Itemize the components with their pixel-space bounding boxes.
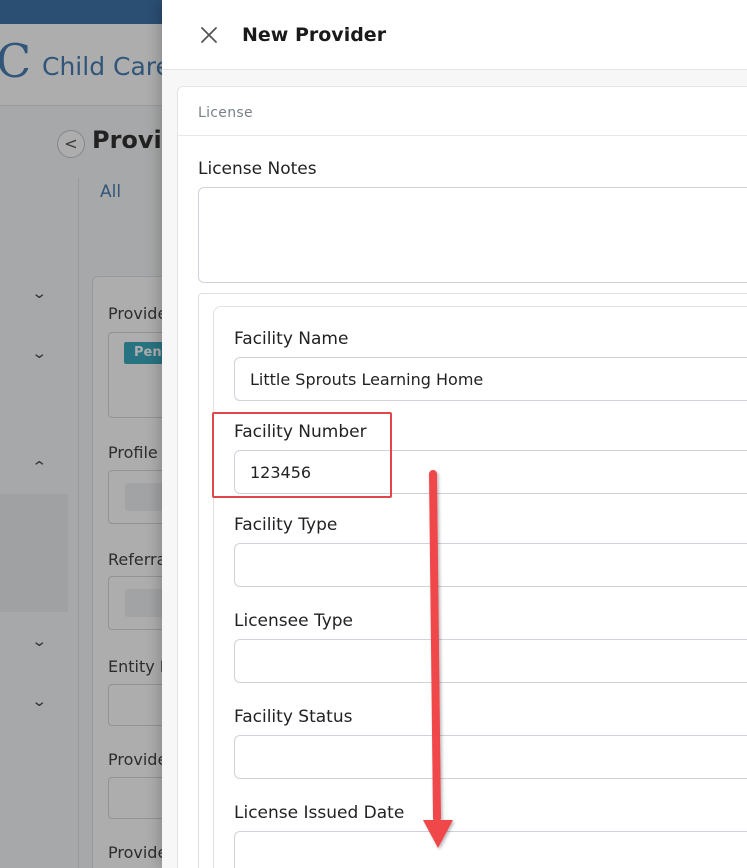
license-issued-date-input[interactable]	[234, 831, 747, 868]
new-provider-drawer: New Provider License License Notes Facil…	[162, 0, 747, 868]
license-notes-textarea[interactable]	[198, 187, 747, 283]
license-issued-date-label: License Issued Date	[234, 803, 405, 823]
facility-status-input[interactable]	[234, 735, 747, 779]
drawer-header: New Provider	[162, 0, 747, 70]
section-divider	[178, 135, 747, 136]
facility-number-input[interactable]	[234, 450, 747, 494]
licensee-type-label: Licensee Type	[234, 611, 353, 631]
facility-name-label: Facility Name	[234, 329, 349, 349]
license-notes-label: License Notes	[198, 159, 317, 179]
facility-type-label: Facility Type	[234, 515, 338, 535]
licensee-type-input[interactable]	[234, 639, 747, 683]
drawer-title: New Provider	[242, 24, 387, 46]
facility-number-label: Facility Number	[234, 422, 367, 442]
facility-group: Facility Name Facility Number Facility T…	[198, 293, 747, 868]
facility-name-input[interactable]	[234, 357, 747, 401]
section-title: License	[198, 105, 253, 121]
facility-status-label: Facility Status	[234, 707, 353, 727]
license-section: License License Notes Facility Name Faci…	[177, 86, 747, 868]
facility-type-input[interactable]	[234, 543, 747, 587]
close-icon[interactable]	[198, 24, 220, 46]
facility-card: Facility Name Facility Number Facility T…	[213, 306, 747, 868]
